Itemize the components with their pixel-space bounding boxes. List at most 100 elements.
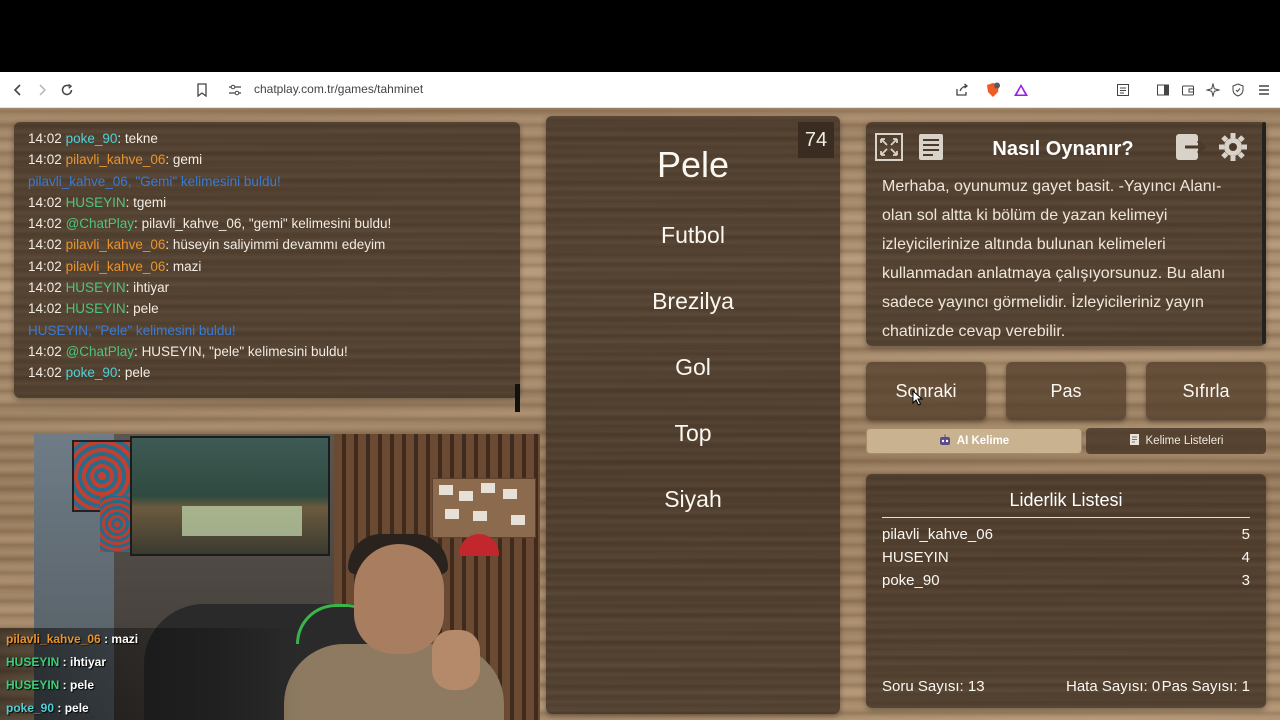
word-lists-label: Kelime Listeleri [1145, 435, 1224, 447]
chat-username[interactable]: @ChatPlay [66, 216, 134, 231]
overlay-message: pele [70, 678, 95, 692]
overlay-separator: : [100, 632, 112, 646]
chat-separator: : [165, 152, 173, 168]
question-count: Soru Sayısı: 13 [882, 678, 985, 695]
menu-icon[interactable] [1254, 80, 1274, 100]
chat-username[interactable]: HUSEYIN [66, 280, 126, 295]
word-card: 74 Pele Futbol Brezilya Gol Top Siyah [546, 116, 840, 714]
site-settings-icon[interactable] [225, 80, 245, 100]
chat-message-text: tgemi [133, 194, 167, 210]
chat-message-text: pele [133, 301, 159, 317]
system-message: pilavli_kahve_06, "Gemi" kelimesini buld… [28, 173, 281, 189]
leaderboard-row: pilavli_kahve_06 5 [882, 526, 1250, 543]
chat-line: 14:02 @ChatPlay: HUSEYIN, "pele" kelimes… [28, 341, 506, 362]
forward-icon[interactable] [32, 80, 52, 100]
ai-word-tab[interactable]: AI Kelime [866, 428, 1082, 454]
chat-message-text: gemi [172, 152, 203, 168]
rewards-triangle-icon[interactable] [1011, 80, 1031, 100]
pass-count: Pas Sayısı: 1 [1161, 678, 1250, 695]
chat-separator: : [165, 237, 173, 253]
overlay-username: pilavli_kahve_06 [6, 632, 101, 646]
logout-icon[interactable] [1172, 128, 1210, 166]
overlay-separator: : [59, 655, 71, 669]
chat-separator: : [117, 365, 125, 381]
brave-shield-icon[interactable] [983, 80, 1003, 100]
chat-username[interactable]: poke_90 [66, 365, 118, 380]
next-button[interactable]: Sonraki [866, 362, 986, 420]
chat-separator: : [165, 258, 173, 274]
leaderboard-name: pilavli_kahve_06 [882, 526, 993, 543]
chat-username[interactable]: pilavli_kahve_06 [66, 152, 166, 167]
chat-message-text: pilavli_kahve_06, "gemi" kelimesini buld… [141, 216, 392, 232]
chat-line: 14:02 pilavli_kahve_06: hüseyin saliyimm… [28, 234, 506, 255]
overlay-separator: : [59, 678, 71, 692]
chat-username[interactable]: pilavli_kahve_06 [66, 259, 166, 274]
leaderboard-row: HUSEYIN 4 [882, 549, 1250, 566]
leaderboard-name: poke_90 [882, 572, 940, 589]
pass-button[interactable]: Pas [1006, 362, 1126, 420]
how-to-play-panel: Nasıl Oynanır? Merhaba, oyunumuz gayet b… [866, 122, 1266, 346]
chat-username[interactable]: pilavli_kahve_06 [66, 237, 166, 252]
overlay-message: ihtiyar [70, 655, 107, 669]
overlay-chat-line: poke_90 : pele [0, 697, 300, 720]
chat-message-text: HUSEYIN, "pele" kelimesini buldu! [141, 343, 348, 359]
chat-message-list: 14:02 poke_90: tekne 14:02 pilavli_kahve_… [28, 128, 506, 384]
overlay-chat-line: HUSEYIN : ihtiyar [0, 651, 300, 674]
share-icon[interactable] [952, 80, 972, 100]
chat-line: pilavli_kahve_06, "Gemi" kelimesini buld… [28, 171, 506, 192]
reset-button[interactable]: Sıfırla [1146, 362, 1266, 420]
overlay-username: HUSEYIN [6, 678, 60, 692]
stream-chat-overlay: pilavli_kahve_06 : mazi HUSEYIN : ihtiyar… [0, 628, 300, 720]
leo-ai-icon[interactable] [1203, 80, 1223, 100]
chat-line: 14:02 HUSEYIN: pele [28, 298, 506, 319]
settings-gear-icon[interactable] [1214, 128, 1252, 166]
chat-message-text: tekne [124, 131, 158, 146]
back-icon[interactable] [8, 80, 28, 100]
chat-line: 14:02 pilavli_kahve_06: mazi [28, 256, 506, 277]
chat-username[interactable]: poke_90 [66, 131, 118, 146]
chat-username[interactable]: @ChatPlay [66, 344, 134, 359]
sidebar-icon[interactable] [1153, 80, 1173, 100]
leaderboard-score: 4 [1241, 549, 1250, 566]
help-text: Merhaba, oyunumuz gayet basit. -Yayıncı … [882, 178, 1226, 340]
chat-line: 14:02 poke_90: tekne [28, 128, 506, 149]
browser-toolbar: chatplay.com.tr/games/tahminet [0, 72, 1280, 108]
chat-message-text: hüseyin saliyimmi devammı edeyim [172, 237, 386, 253]
overlay-separator: : [54, 701, 65, 715]
forbidden-word: Siyah [664, 486, 722, 512]
chat-time: 14:02 [28, 194, 62, 210]
reader-mode-icon[interactable] [1113, 80, 1133, 100]
chat-username[interactable]: HUSEYIN [66, 195, 126, 210]
word-lists-tab[interactable]: Kelime Listeleri [1086, 428, 1266, 454]
chat-line: 14:02 pilavli_kahve_06: gemi [28, 149, 506, 170]
chat-message-text: ihtiyar [133, 280, 170, 296]
chat-time: 14:02 [28, 131, 62, 146]
wallet-icon[interactable] [1178, 80, 1198, 100]
bookmark-icon[interactable] [192, 80, 212, 100]
help-scrollbar[interactable] [1262, 122, 1266, 344]
leaderboard-score: 3 [1241, 572, 1250, 589]
chat-line: 14:02 HUSEYIN: ihtiyar [28, 277, 506, 298]
chat-message-text: pele [124, 365, 151, 381]
overlay-username: poke_90 [6, 701, 55, 715]
chat-time: 14:02 [28, 152, 62, 168]
game-stage: 14:02 poke_90: tekne 14:02 pilavli_kahve_… [0, 108, 1280, 720]
vpn-icon[interactable] [1228, 80, 1248, 100]
chat-separator: : [134, 343, 142, 359]
target-word: Pele [656, 144, 730, 185]
overlay-message: pele [64, 701, 89, 715]
notepad-icon [1129, 433, 1140, 449]
leaderboard-score: 5 [1241, 526, 1250, 543]
chat-separator: : [134, 216, 142, 232]
forbidden-word: Futbol [661, 222, 725, 248]
chat-time: 14:02 [28, 237, 62, 253]
system-message: HUSEYIN, "Pele" kelimesini buldu! [28, 322, 236, 338]
chat-scrollbar[interactable] [515, 384, 520, 412]
black-letterbox [0, 0, 1280, 72]
reload-icon[interactable] [57, 80, 77, 100]
overlay-message: mazi [111, 632, 139, 646]
overlay-username: HUSEYIN [6, 655, 60, 669]
chat-username[interactable]: HUSEYIN [66, 301, 126, 316]
chat-line: HUSEYIN, "Pele" kelimesini buldu! [28, 320, 506, 341]
address-bar[interactable]: chatplay.com.tr/games/tahminet [254, 82, 423, 96]
